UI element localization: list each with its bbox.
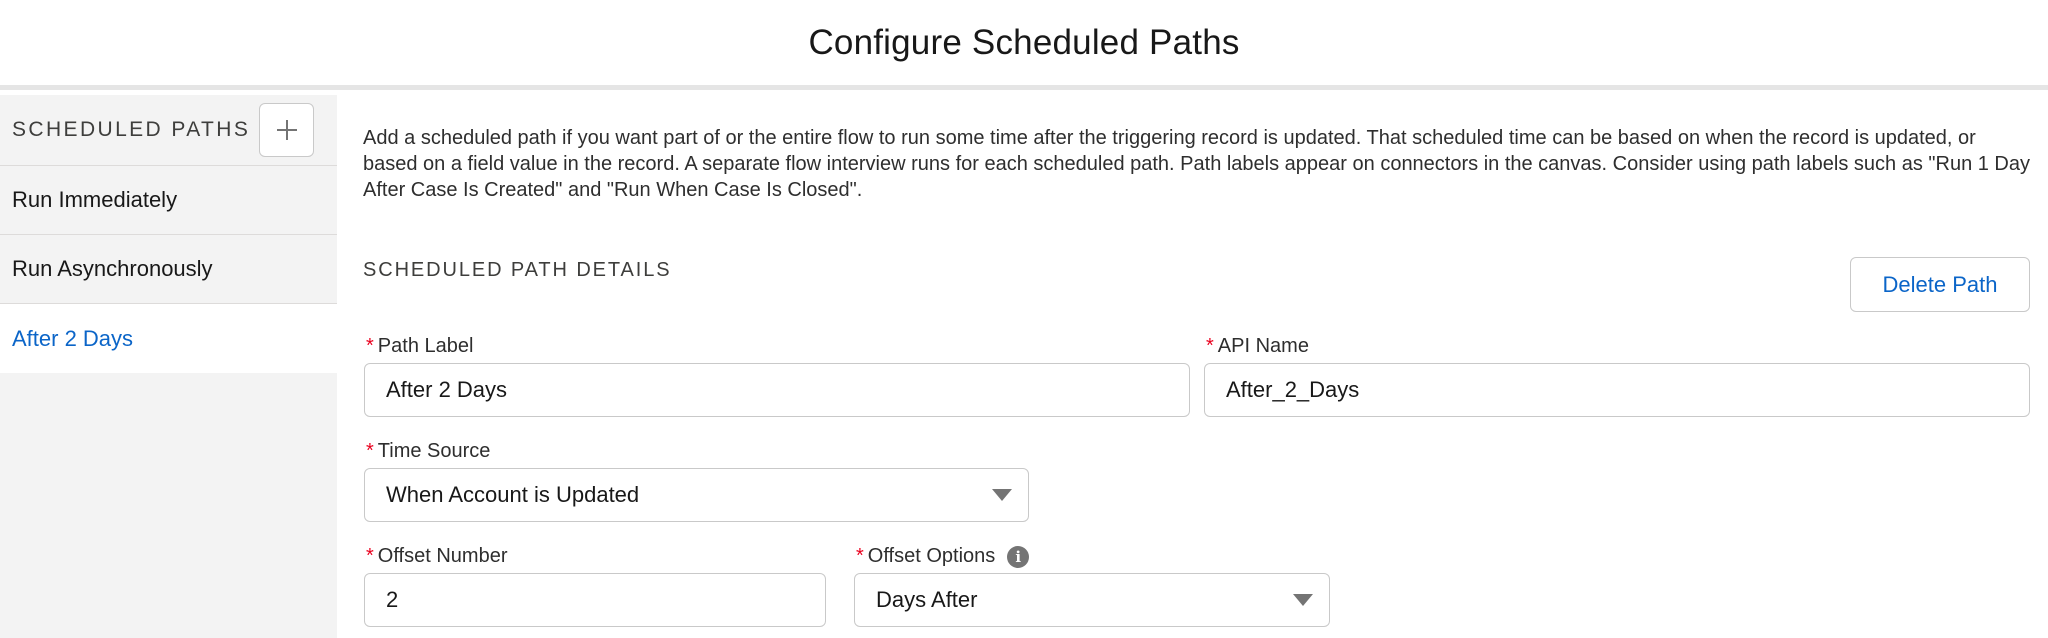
chevron-down-icon xyxy=(992,489,1012,501)
required-marker: * xyxy=(856,545,864,567)
offset-options-label: * Offset Options i xyxy=(856,545,1030,568)
plus-icon xyxy=(276,120,297,140)
time-source-label: * Time Source xyxy=(366,440,490,463)
offset-number-label: * Offset Number xyxy=(366,545,507,568)
description-text: Add a scheduled path if you want part of… xyxy=(363,127,2031,201)
api-name-text: API Name xyxy=(1217,335,1309,357)
path-label-text: Path Label xyxy=(377,335,474,357)
required-marker: * xyxy=(1206,335,1214,357)
page-title: Configure Scheduled Paths xyxy=(808,22,1240,62)
info-icon[interactable]: i xyxy=(1007,545,1030,568)
api-name-label: * API Name xyxy=(1206,335,1309,358)
required-marker: * xyxy=(366,335,374,357)
time-source-value: When Account is Updated xyxy=(386,482,640,507)
offset-options-select[interactable]: Days After xyxy=(854,573,1330,627)
offset-options-value: Days After xyxy=(876,587,978,612)
delete-path-button[interactable]: Delete Path xyxy=(1850,257,2030,312)
sidebar-item-label: Run Immediately xyxy=(12,187,178,212)
modal-header: Configure Scheduled Paths xyxy=(0,0,2048,90)
section-title: SCHEDULED PATH DETAILS xyxy=(363,259,672,281)
path-label-value: After 2 Days xyxy=(386,377,508,402)
sidebar-item-after-2-days[interactable]: After 2 Days xyxy=(0,304,337,373)
sidebar-heading: SCHEDULED PATHS xyxy=(12,118,251,141)
time-source-select[interactable]: When Account is Updated xyxy=(364,468,1029,522)
offset-number-text: Offset Number xyxy=(377,545,508,567)
api-name-input[interactable]: After_2_Days xyxy=(1204,363,2030,417)
time-source-text: Time Source xyxy=(377,440,491,462)
sidebar-item-run-immediately[interactable]: Run Immediately xyxy=(0,166,337,235)
add-path-button[interactable] xyxy=(259,103,315,157)
sidebar-item-label: Run Asynchronously xyxy=(12,256,213,281)
path-label-input[interactable]: After 2 Days xyxy=(364,363,1190,417)
offset-number-input[interactable]: 2 xyxy=(364,573,826,627)
sidebar-item-run-asynchronously[interactable]: Run Asynchronously xyxy=(0,235,337,304)
sidebar-header: SCHEDULED PATHS xyxy=(0,95,337,166)
sidebar-item-label: After 2 Days xyxy=(12,325,134,351)
offset-options-text: Offset Options xyxy=(867,545,996,567)
sidebar: SCHEDULED PATHS Run Immediately Run Asyn… xyxy=(0,95,337,638)
api-name-value: After_2_Days xyxy=(1226,377,1360,402)
required-marker: * xyxy=(366,545,374,567)
required-marker: * xyxy=(366,440,374,462)
main-panel: Add a scheduled path if you want part of… xyxy=(337,95,2048,638)
chevron-down-icon xyxy=(1293,594,1313,606)
offset-number-value: 2 xyxy=(386,587,399,612)
path-label-label: * Path Label xyxy=(366,335,473,358)
